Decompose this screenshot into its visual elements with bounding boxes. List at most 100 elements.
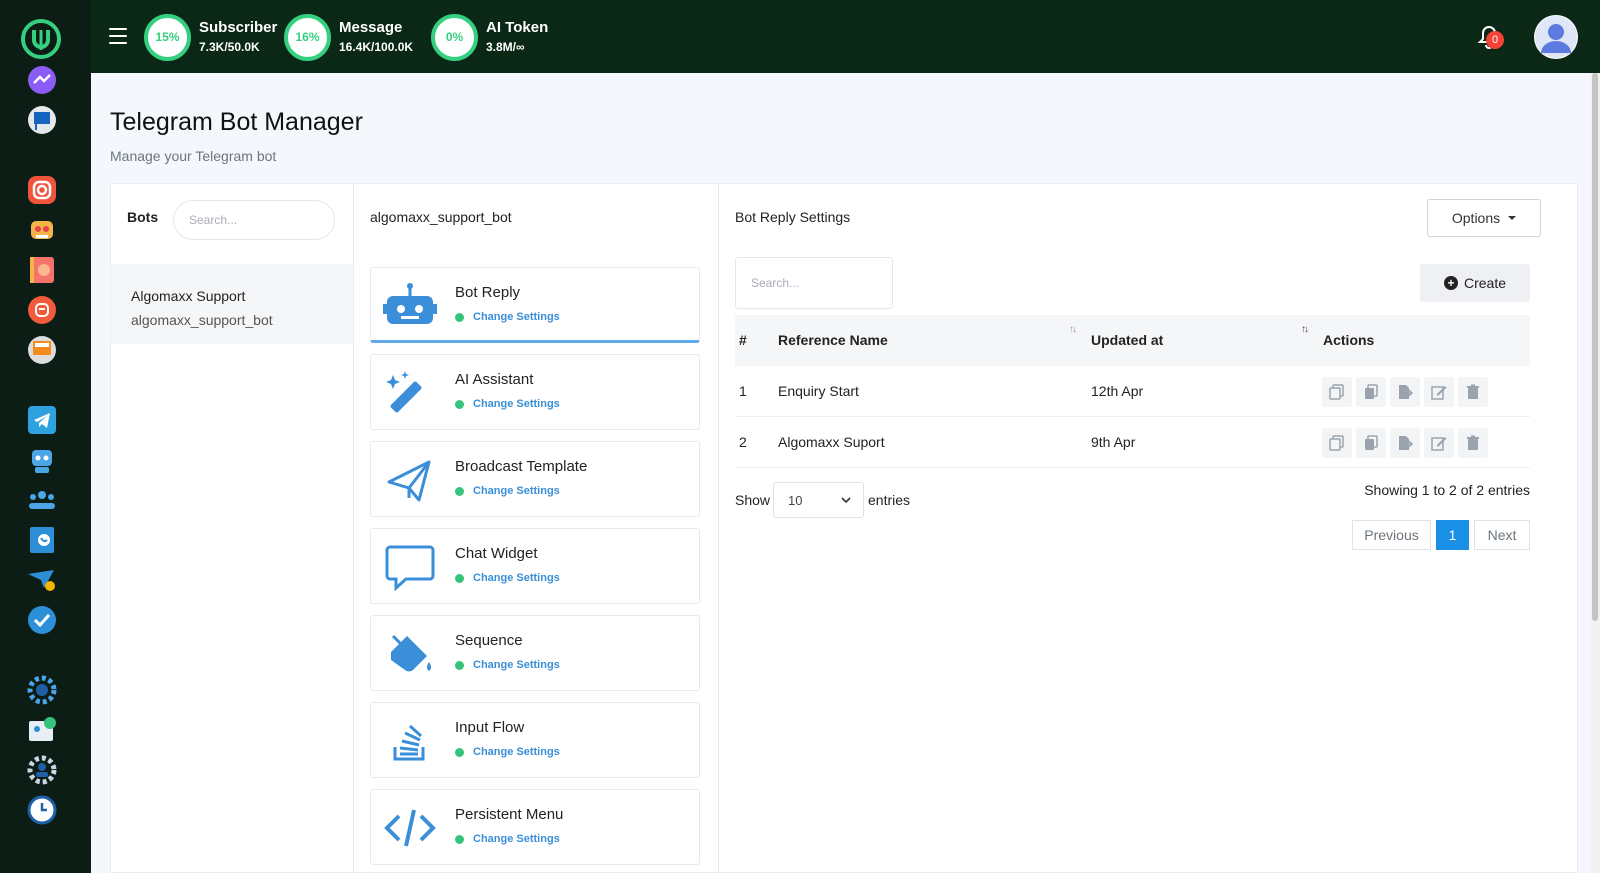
menu-item-title: Chat Widget — [455, 545, 538, 562]
user-avatar[interactable] — [1534, 15, 1578, 59]
delete-icon[interactable] — [1458, 377, 1488, 407]
phonebook-icon[interactable] — [26, 254, 58, 286]
change-settings-link[interactable]: Change Settings — [455, 572, 560, 584]
clock-icon[interactable] — [26, 794, 58, 826]
instagram-icon[interactable] — [26, 174, 58, 206]
ai-token-percent: 0% — [431, 13, 478, 61]
caret-down-icon — [1508, 216, 1517, 220]
group-icon[interactable] — [26, 484, 58, 516]
entries-per-page-select[interactable]: 10 — [773, 482, 864, 518]
change-settings-label: Change Settings — [473, 746, 560, 758]
options-label: Options — [1451, 210, 1501, 226]
messenger-icon[interactable] — [26, 64, 58, 96]
selected-bot-label: algomaxx_support_bot — [370, 209, 512, 225]
ai-token-value: 3.8M/∞ — [486, 40, 525, 54]
chevron-down-icon — [841, 497, 851, 504]
menu-item-chat-widget[interactable]: Chat Widget Change Settings — [370, 528, 700, 604]
check-icon[interactable] — [26, 604, 58, 636]
message-value: 16.4K/100.0K — [339, 40, 414, 54]
edit-icon[interactable] — [1424, 377, 1454, 407]
next-page-button[interactable]: Next — [1474, 520, 1530, 550]
sort-icon[interactable]: ↑↓ — [1069, 324, 1077, 335]
bot-icon[interactable] — [26, 444, 58, 476]
change-settings-link[interactable]: Change Settings — [455, 398, 560, 410]
status-dot — [455, 660, 464, 670]
copy-icon[interactable] — [1322, 377, 1352, 407]
inbox-icon[interactable] — [26, 334, 58, 366]
bot-list-item[interactable]: Algomaxx Support algomaxx_support_bot — [111, 264, 353, 344]
header-number: # — [739, 332, 747, 348]
bot-name: Algomaxx Support — [131, 288, 246, 304]
menu-item-bot-reply[interactable]: Bot Reply Change Settings — [370, 267, 700, 343]
header-reference-name[interactable]: Reference Name — [778, 332, 888, 348]
user-settings-icon[interactable] — [26, 754, 58, 786]
row-updated-at: 12th Apr — [1091, 383, 1144, 399]
export-icon[interactable] — [1390, 377, 1420, 407]
message-percent: 16% — [284, 13, 331, 61]
flag-icon[interactable] — [26, 104, 58, 136]
message-stat: 16% Message 16.4K/100.0K — [284, 13, 413, 61]
bots-search-input[interactable]: Search... — [173, 200, 335, 240]
id-card-icon[interactable] — [26, 714, 58, 746]
delete-icon[interactable] — [1458, 428, 1488, 458]
top-header: 15% Subscriber 7.3K/50.0K 16% Message 16… — [91, 0, 1600, 73]
duplicate-icon[interactable] — [1356, 377, 1386, 407]
menu-item-ai-assistant[interactable]: AI Assistant Change Settings — [370, 354, 700, 430]
status-dot — [455, 486, 464, 496]
paper-plane-icon — [383, 456, 437, 504]
contact-book-icon[interactable] — [26, 524, 58, 556]
menu-item-persistent-menu[interactable]: Persistent Menu Change Settings — [370, 789, 700, 865]
menu-item-broadcast-template[interactable]: Broadcast Template Change Settings — [370, 441, 700, 517]
change-settings-link[interactable]: Change Settings — [455, 485, 560, 497]
change-settings-label: Change Settings — [473, 398, 560, 410]
table-row: 1 Enquiry Start 12th Apr — [735, 366, 1530, 417]
subscriber-percent: 15% — [144, 13, 191, 61]
status-dot — [455, 747, 464, 757]
send-icon[interactable] — [26, 564, 58, 596]
robot-icon[interactable] — [26, 214, 58, 246]
app-logo-icon[interactable] — [20, 18, 62, 60]
page-scrollbar[interactable] — [1590, 73, 1600, 873]
bots-panel: Bots Search... Algomaxx Support algomaxx… — [111, 184, 354, 873]
chat-bubble-icon — [383, 543, 437, 592]
table-search-input[interactable]: Search... — [735, 257, 893, 309]
telegram-icon[interactable] — [26, 404, 58, 436]
change-settings-link[interactable]: Change Settings — [455, 746, 560, 758]
menu-item-sequence[interactable]: Sequence Change Settings — [370, 615, 700, 691]
left-sidebar — [0, 0, 91, 873]
row-reference-name: Algomaxx Suport — [778, 434, 885, 450]
change-settings-label: Change Settings — [473, 833, 560, 845]
sort-icon[interactable]: ↑↓ — [1301, 324, 1309, 335]
change-settings-link[interactable]: Change Settings — [455, 659, 560, 671]
options-dropdown-button[interactable]: Options — [1427, 199, 1541, 237]
subscriber-stat: 15% Subscriber 7.3K/50.0K — [144, 13, 277, 61]
stack-icon — [383, 717, 437, 765]
row-number: 1 — [739, 383, 747, 399]
bot-settings-menu: algomaxx_support_bot Bot Reply Change Se… — [354, 184, 719, 873]
change-settings-link[interactable]: Change Settings — [455, 833, 560, 845]
header-updated-at[interactable]: Updated at — [1091, 332, 1163, 348]
copy-icon[interactable] — [1322, 428, 1352, 458]
subscriber-title: Subscriber — [199, 19, 278, 36]
page-title: Telegram Bot Manager — [110, 108, 363, 136]
subscriber-value: 7.3K/50.0K — [199, 40, 260, 54]
duplicate-icon[interactable] — [1356, 428, 1386, 458]
change-settings-label: Change Settings — [473, 659, 560, 671]
panel-title: Bot Reply Settings — [735, 209, 851, 225]
menu-item-title: Persistent Menu — [455, 806, 564, 823]
edit-icon[interactable] — [1424, 428, 1454, 458]
menu-item-input-flow[interactable]: Input Flow Change Settings — [370, 702, 700, 778]
page-1-button[interactable]: 1 — [1436, 520, 1469, 550]
settings-gear-icon[interactable] — [26, 674, 58, 706]
menu-toggle-icon[interactable] — [109, 28, 127, 44]
menu-item-title: AI Assistant — [455, 371, 534, 388]
bot-manager-card: Bots Search... Algomaxx Support algomaxx… — [110, 183, 1578, 873]
scrollbar-thumb[interactable] — [1592, 73, 1598, 621]
page-subtitle: Manage your Telegram bot — [110, 148, 277, 164]
create-button[interactable]: + Create — [1420, 264, 1530, 302]
previous-page-button[interactable]: Previous — [1352, 520, 1431, 550]
chat-bubble-icon[interactable] — [26, 294, 58, 326]
change-settings-link[interactable]: Change Settings — [455, 311, 560, 323]
change-settings-label: Change Settings — [473, 572, 560, 584]
export-icon[interactable] — [1390, 428, 1420, 458]
